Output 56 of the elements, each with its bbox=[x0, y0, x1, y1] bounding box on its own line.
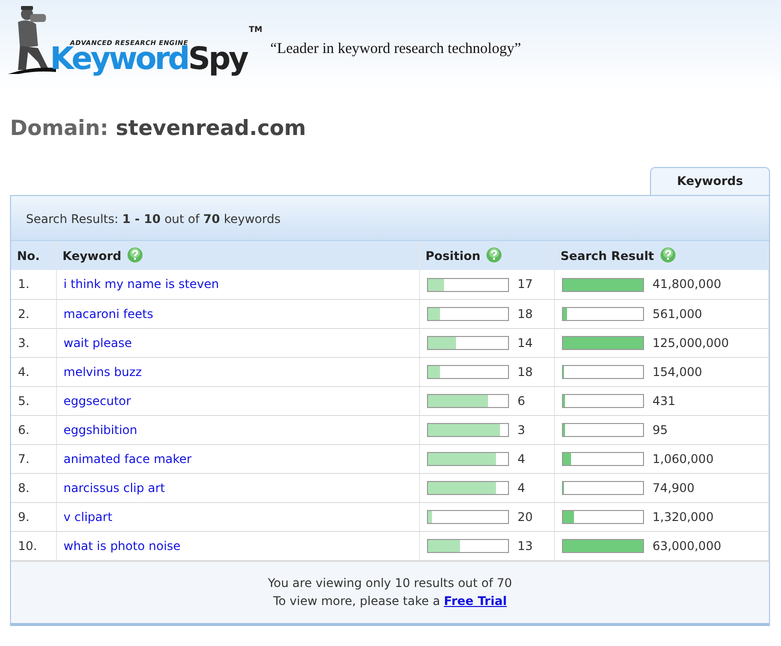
row-number: 4. bbox=[18, 364, 30, 378]
search-result-value: 95 bbox=[652, 422, 668, 436]
help-icon[interactable] bbox=[486, 246, 502, 262]
row-number: 10. bbox=[18, 538, 38, 552]
help-icon[interactable] bbox=[660, 246, 676, 262]
keyword-link[interactable]: animated face maker bbox=[64, 452, 192, 466]
row-number: 3. bbox=[18, 336, 30, 350]
row-number: 2. bbox=[18, 306, 30, 320]
results-summary: Search Results: 1 - 10 out of 70 keywords bbox=[26, 212, 281, 226]
free-trial-link[interactable]: Free Trial bbox=[444, 594, 507, 608]
keyword-link[interactable]: narcissus clip art bbox=[64, 480, 165, 494]
position-value: 20 bbox=[518, 510, 533, 524]
keyword-link[interactable]: eggsecutor bbox=[64, 394, 131, 408]
position-value: 13 bbox=[518, 538, 533, 552]
keyword-link[interactable]: what is photo noise bbox=[64, 538, 181, 552]
keyword-link[interactable]: melvins buzz bbox=[64, 364, 142, 378]
tab[interactable]: Keywords bbox=[650, 167, 770, 195]
position-value: 3 bbox=[518, 422, 526, 436]
column-header: Position bbox=[426, 248, 480, 262]
row-number: 7. bbox=[18, 452, 30, 466]
search-result-value: 63,000,000 bbox=[652, 538, 722, 552]
help-icon[interactable] bbox=[127, 246, 144, 262]
footer-text: You are viewing only 10 results out of 70 bbox=[268, 576, 512, 590]
search-result-value: 561,000 bbox=[652, 306, 702, 320]
search-result-value: 1,060,000 bbox=[652, 452, 714, 466]
tagline: “Leader in keyword research technology” bbox=[270, 40, 521, 59]
search-result-value: 41,800,000 bbox=[652, 277, 722, 292]
position-value: 18 bbox=[518, 306, 533, 320]
keyword-link[interactable]: macaroni feets bbox=[64, 306, 154, 320]
keyword-link[interactable]: eggshibition bbox=[64, 422, 138, 436]
row-number: 9. bbox=[18, 510, 30, 524]
search-result-value: 74,900 bbox=[652, 480, 694, 494]
search-result-value: 125,000,000 bbox=[652, 336, 729, 350]
position-value: 14 bbox=[518, 336, 533, 350]
position-value: 17 bbox=[518, 277, 533, 292]
logo-text: KeywordSpy bbox=[50, 46, 247, 74]
keyword-link[interactable]: v clipart bbox=[64, 510, 112, 524]
row-number: 6. bbox=[18, 422, 30, 436]
column-header: No. bbox=[17, 248, 40, 262]
column-header: Search Result bbox=[560, 248, 654, 262]
row-number: 8. bbox=[18, 480, 30, 494]
domain-heading: Domain: stevenread.com bbox=[10, 118, 307, 139]
position-value: 18 bbox=[518, 364, 533, 378]
trademark-text: TM bbox=[248, 24, 262, 36]
position-value: 4 bbox=[518, 452, 526, 466]
row-number: 1. bbox=[18, 277, 30, 292]
keyword-link[interactable]: i think my name is steven bbox=[64, 277, 219, 292]
column-header: Keyword bbox=[62, 248, 122, 262]
search-result-value: 1,320,000 bbox=[652, 510, 714, 524]
keyword-link[interactable]: wait please bbox=[64, 336, 132, 350]
footer-text: To view more, please take a Free Trial bbox=[273, 594, 507, 608]
row-number: 5. bbox=[18, 394, 30, 408]
search-result-value: 154,000 bbox=[652, 364, 702, 378]
search-result-value: 431 bbox=[652, 394, 676, 408]
position-value: 6 bbox=[518, 394, 526, 408]
position-value: 4 bbox=[518, 480, 526, 494]
